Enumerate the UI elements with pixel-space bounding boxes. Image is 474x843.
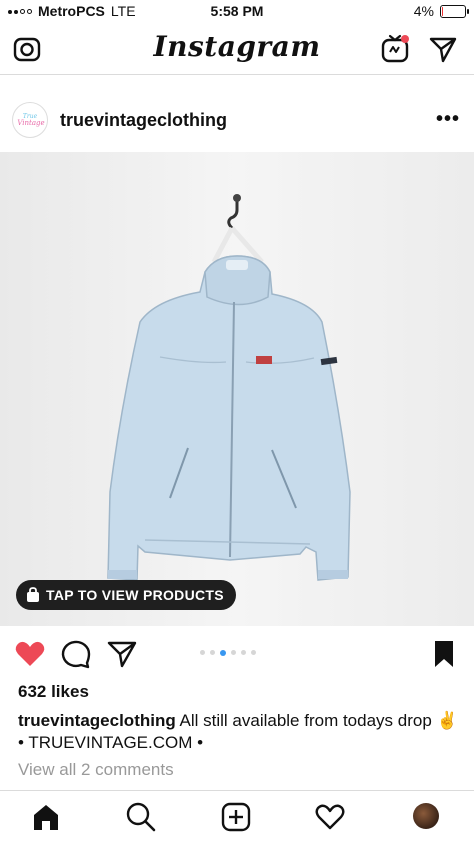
direct-send-icon[interactable] [428, 34, 458, 64]
post-actions [0, 636, 474, 672]
battery-percent: 4% [413, 3, 434, 19]
bottom-tab-bar [0, 790, 474, 843]
add-post-icon[interactable] [220, 801, 252, 833]
carousel-dot [210, 650, 215, 655]
search-icon[interactable] [125, 801, 157, 833]
carousel-dot [220, 649, 226, 656]
tap-to-view-products-pill[interactable]: TAP TO VIEW PRODUCTS [16, 580, 236, 610]
jacket-photo [0, 152, 474, 626]
carousel-dot [200, 650, 205, 655]
profile-avatar[interactable] [413, 803, 439, 829]
battery-icon [440, 4, 469, 18]
status-battery-group: 4% [413, 3, 469, 19]
true-vintage-logo: True Vintage [17, 113, 44, 127]
post-header: True Vintage truevintageclothing ••• [0, 90, 474, 150]
carousel-dot [251, 650, 256, 655]
status-bar: MetroPCS LTE 5:58 PM 4% [0, 0, 474, 22]
battery-level [442, 6, 443, 16]
likes-count[interactable]: 632 likes [18, 682, 89, 702]
carousel-dot [231, 650, 236, 655]
status-time: 5:58 PM [210, 3, 264, 19]
post-username[interactable]: truevintageclothing [60, 110, 227, 131]
more-options-icon[interactable]: ••• [436, 108, 460, 131]
post-avatar[interactable]: True Vintage [12, 102, 48, 138]
bookmark-icon[interactable] [428, 638, 460, 670]
shopping-bag-icon [27, 587, 39, 602]
home-icon[interactable] [30, 801, 62, 833]
view-comments-link[interactable]: View all 2 comments [18, 760, 174, 780]
top-nav: Instagram [0, 24, 474, 75]
carousel-dot [241, 650, 246, 655]
post-image[interactable]: TAP TO VIEW PRODUCTS [0, 152, 474, 626]
product-tag-label: TAP TO VIEW PRODUCTS [46, 587, 224, 603]
comment-icon[interactable] [60, 638, 92, 670]
share-send-icon[interactable] [106, 638, 138, 670]
heart-filled-icon[interactable] [14, 638, 46, 670]
caption-username[interactable]: truevintageclothing [18, 711, 176, 730]
carousel-indicator [200, 649, 256, 656]
igtv-icon[interactable] [380, 33, 410, 63]
activity-heart-icon[interactable] [314, 801, 346, 833]
svg-text:Vintage: Vintage [17, 119, 44, 127]
post-caption: truevintageclothing All still available … [18, 710, 458, 754]
